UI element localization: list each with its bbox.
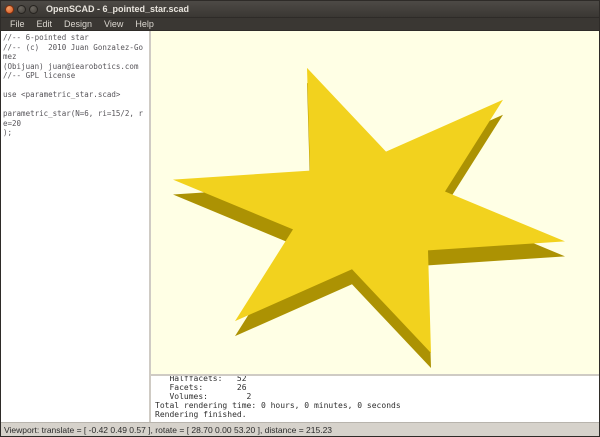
menu-file[interactable]: File (5, 18, 30, 31)
openscad-window: OpenSCAD - 6_pointed_star.scad File Edit… (0, 0, 600, 437)
titlebar[interactable]: OpenSCAD - 6_pointed_star.scad (1, 1, 599, 18)
code-editor[interactable]: //-- 6-pointed star //-- (c) 2010 Juan G… (1, 31, 151, 422)
editor-code[interactable]: //-- 6-pointed star //-- (c) 2010 Juan G… (3, 33, 147, 138)
menu-edit[interactable]: Edit (32, 18, 58, 31)
menubar: File Edit Design View Help (1, 18, 599, 31)
maximize-button[interactable] (29, 5, 38, 14)
right-column: Halffacets: 52 Facets: 26 Volumes: 2 Tot… (151, 31, 599, 422)
menu-design[interactable]: Design (59, 18, 97, 31)
minimize-button[interactable] (17, 5, 26, 14)
viewport-3d[interactable] (151, 31, 599, 376)
console-output: Halffacets: 52 Facets: 26 Volumes: 2 Tot… (155, 376, 599, 419)
viewport-status-text: Viewport: translate = [ -0.42 0.49 0.57 … (4, 425, 332, 435)
window-title: OpenSCAD - 6_pointed_star.scad (46, 4, 189, 14)
statusbar: Viewport: translate = [ -0.42 0.49 0.57 … (1, 422, 599, 436)
close-button[interactable] (5, 5, 14, 14)
console-panel[interactable]: Halffacets: 52 Facets: 26 Volumes: 2 Tot… (151, 376, 599, 422)
window-controls (5, 5, 38, 14)
menu-help[interactable]: Help (130, 18, 159, 31)
main-area: //-- 6-pointed star //-- (c) 2010 Juan G… (1, 31, 599, 422)
menu-view[interactable]: View (99, 18, 128, 31)
star-render (151, 31, 599, 374)
